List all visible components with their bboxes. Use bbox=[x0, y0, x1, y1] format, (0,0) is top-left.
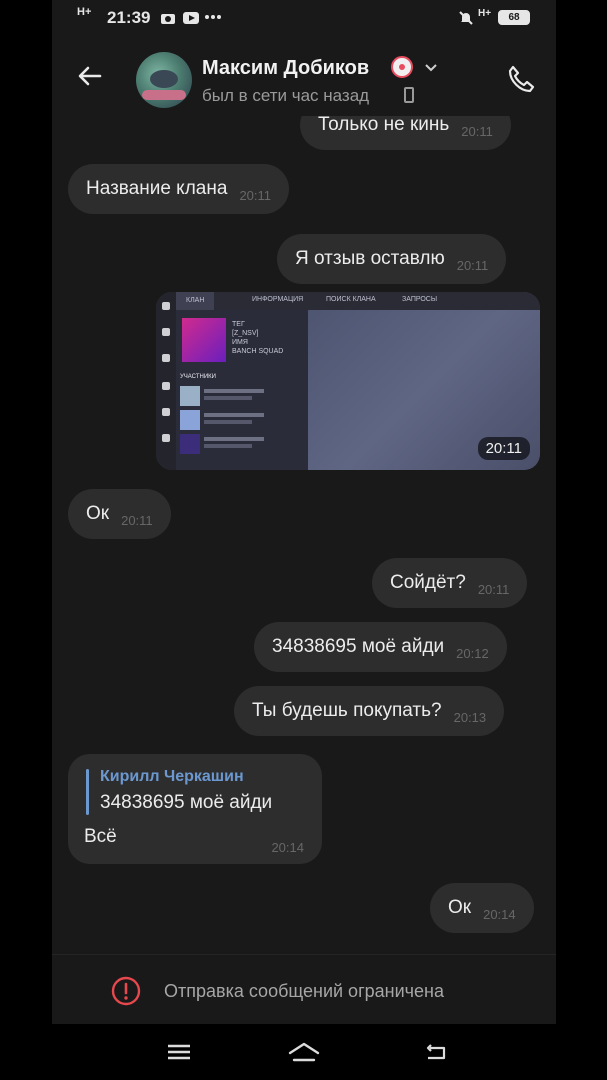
game-tab: ИНФОРМАЦИЯ bbox=[252, 296, 304, 303]
member-avatar bbox=[180, 434, 200, 454]
message-outgoing[interactable]: Только не кинь 20:11 bbox=[300, 116, 511, 150]
message-time: 20:14 bbox=[483, 907, 516, 922]
chat-header: Максим Добиков был в сети час назад bbox=[52, 38, 556, 116]
message-outgoing[interactable]: 34838695 моё айди 20:12 bbox=[254, 622, 507, 672]
warning-circle-icon bbox=[111, 976, 141, 1006]
message-text: Ок bbox=[86, 503, 110, 524]
message-text: Я отзыв оставлю bbox=[295, 248, 445, 269]
network-type: H+ bbox=[478, 8, 492, 19]
message-time: 20:11 bbox=[477, 582, 510, 597]
phone-screen: H+ 21:39 H+ 68 Максим Добиков был в сети… bbox=[52, 0, 556, 1080]
phone-icon[interactable] bbox=[504, 62, 538, 96]
avatar[interactable] bbox=[136, 52, 192, 108]
message-outgoing[interactable]: Сойдёт? 20:11 bbox=[372, 558, 528, 608]
reply-author[interactable]: Кирилл Черкашин bbox=[100, 768, 244, 786]
message-time: 20:11 bbox=[456, 258, 489, 273]
message-time: 20:11 bbox=[239, 188, 272, 203]
game-tab: ЗАПРОСЫ bbox=[402, 296, 438, 303]
clown-emoji-icon bbox=[391, 56, 413, 78]
youtube-icon bbox=[183, 12, 199, 24]
clan-logo bbox=[182, 318, 226, 362]
message-incoming-reply[interactable]: Кирилл Черкашин 34838695 моё айди Всё 20… bbox=[68, 754, 322, 864]
sidebar-icon bbox=[162, 434, 170, 442]
clan-info-line: ТЕГ bbox=[232, 321, 245, 328]
back-arrow-icon[interactable] bbox=[74, 60, 106, 92]
photo-message[interactable]: КЛАН ИНФОРМАЦИЯ ПОИСК КЛАНА ЗАПРОСЫ ТЕГ … bbox=[156, 292, 540, 470]
battery-indicator: 68 bbox=[498, 10, 530, 25]
message-time: 20:12 bbox=[456, 646, 489, 661]
restriction-text: Отправка сообщений ограничена bbox=[164, 981, 444, 1001]
member-row bbox=[180, 410, 304, 432]
member-row bbox=[180, 434, 304, 456]
sidebar-icon bbox=[162, 382, 170, 390]
message-text: Ок bbox=[448, 897, 472, 918]
more-icon bbox=[205, 15, 221, 19]
mute-icon bbox=[459, 11, 473, 25]
member-line bbox=[204, 437, 264, 441]
message-outgoing[interactable]: Ты будешь покупать? 20:13 bbox=[234, 686, 505, 736]
game-tabs: КЛАН ИНФОРМАЦИЯ ПОИСК КЛАНА ЗАПРОСЫ bbox=[176, 292, 540, 310]
restriction-banner: Отправка сообщений ограничена bbox=[52, 954, 556, 1025]
message-outgoing[interactable]: Я отзыв оставлю 20:11 bbox=[277, 234, 507, 284]
clan-info-line: ИМЯ bbox=[232, 339, 248, 346]
clock: 21:39 bbox=[107, 8, 151, 27]
sidebar-icon bbox=[162, 354, 170, 362]
member-line bbox=[204, 444, 252, 448]
game-sidebar bbox=[156, 292, 176, 470]
signal-indicator: H+ bbox=[77, 6, 92, 18]
mobile-icon bbox=[404, 87, 414, 103]
message-text: Ты будешь покупать? bbox=[252, 700, 442, 721]
chevron-down-icon[interactable] bbox=[424, 62, 438, 74]
clan-info: ТЕГ [Z_NSV] ИМЯ BANCH SQUAD bbox=[232, 320, 283, 356]
game-tab: ПОИСК КЛАНА bbox=[326, 296, 376, 303]
menu-icon[interactable] bbox=[164, 1040, 194, 1064]
member-row bbox=[180, 386, 304, 408]
member-line bbox=[204, 413, 264, 417]
member-avatar bbox=[180, 410, 200, 430]
message-time: 20:11 bbox=[461, 124, 493, 139]
clan-info-line: BANCH SQUAD bbox=[232, 348, 284, 355]
reply-bar bbox=[86, 769, 89, 815]
member-line bbox=[204, 396, 252, 400]
message-incoming[interactable]: Ок 20:11 bbox=[68, 489, 171, 539]
reply-quoted-text[interactable]: 34838695 моё айди bbox=[100, 792, 272, 814]
member-line bbox=[204, 420, 252, 424]
members-header: УЧАСТНИКИ bbox=[180, 374, 216, 380]
system-navbar bbox=[52, 1024, 556, 1080]
message-text: Всё bbox=[84, 826, 117, 847]
home-icon[interactable] bbox=[286, 1040, 322, 1064]
photo-timestamp: 20:11 bbox=[477, 437, 530, 460]
member-line bbox=[204, 389, 264, 393]
message-text: Название клана bbox=[86, 178, 228, 199]
sidebar-icon bbox=[162, 408, 170, 416]
status-bar: H+ 21:39 H+ 68 bbox=[52, 0, 556, 38]
sidebar-icon bbox=[162, 328, 170, 336]
contact-status: был в сети час назад bbox=[202, 86, 370, 105]
message-time: 20:14 bbox=[271, 840, 304, 855]
sidebar-icon bbox=[162, 302, 170, 310]
clan-panel: ТЕГ [Z_NSV] ИМЯ BANCH SQUAD УЧАСТНИКИ bbox=[176, 310, 308, 470]
game-tab: КЛАН bbox=[176, 292, 215, 310]
clan-info-line: [Z_NSV] bbox=[232, 330, 259, 337]
camera-icon bbox=[161, 14, 175, 24]
message-incoming[interactable]: Название клана 20:11 bbox=[68, 164, 290, 214]
message-outgoing[interactable]: Ок 20:14 bbox=[430, 883, 534, 933]
back-icon[interactable] bbox=[422, 1040, 452, 1064]
contact-name[interactable]: Максим Добиков bbox=[202, 57, 369, 80]
message-text: Сойдёт? bbox=[390, 572, 466, 593]
avatar-ground bbox=[142, 90, 186, 100]
message-time: 20:11 bbox=[121, 513, 153, 528]
avatar-figure bbox=[150, 70, 178, 88]
member-avatar bbox=[180, 386, 200, 406]
message-time: 20:13 bbox=[453, 710, 487, 725]
message-list[interactable]: Только не кинь 20:11 Название клана 20:11 … bbox=[52, 116, 556, 954]
message-text: 34838695 моё айди bbox=[272, 636, 445, 657]
message-text: Только не кинь bbox=[318, 116, 450, 135]
